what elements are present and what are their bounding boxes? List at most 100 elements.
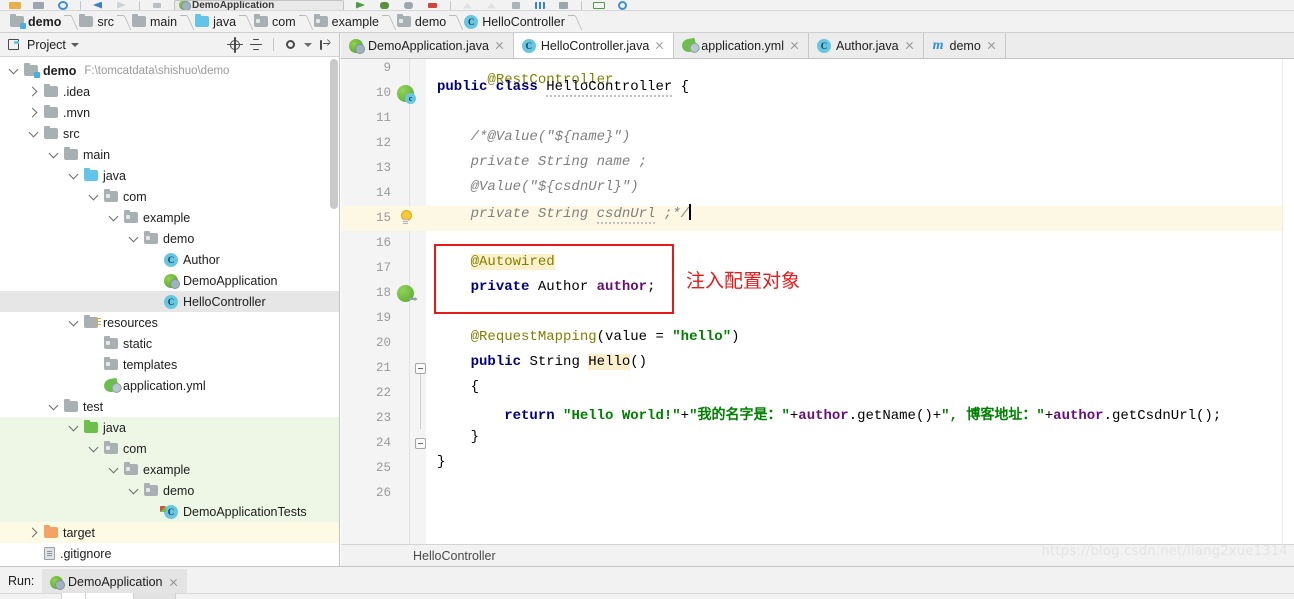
spring-autowired-gutter-icon[interactable] <box>397 285 414 302</box>
terminal-icon[interactable] <box>592 0 606 10</box>
structure-icon[interactable] <box>533 0 547 10</box>
chevron-down-icon[interactable] <box>8 65 19 76</box>
editor-tab-demo[interactable]: m demo <box>924 33 1006 58</box>
tree-node-demo[interactable]: demo F:\tomcatdata\shishuo\demo <box>0 60 339 81</box>
chevron-right-icon[interactable] <box>28 86 39 97</box>
project-tree[interactable]: demo F:\tomcatdata\shishuo\demo .idea .mvn s… <box>0 57 339 566</box>
gear-chevron-icon[interactable] <box>304 42 312 47</box>
tree-node--gitignore[interactable]: .gitignore <box>0 543 339 564</box>
breadcrumb-item-com[interactable]: com <box>250 11 301 33</box>
tree-node--mvn[interactable]: .mvn <box>0 102 339 123</box>
chevron-down-icon[interactable] <box>70 42 79 47</box>
save-all-icon[interactable] <box>32 0 46 10</box>
sync-icon[interactable] <box>56 0 70 10</box>
breadcrumb-item-example[interactable]: example <box>310 11 384 33</box>
tree-node--idea[interactable]: .idea <box>0 81 339 102</box>
breadcrumb-item-demo[interactable]: demo <box>6 11 66 33</box>
tree-node-demoapplicationtests[interactable]: C DemoApplicationTests <box>0 501 339 522</box>
code-editor[interactable]: 91011121314151617181920212223242526 @Res… <box>341 59 1294 566</box>
tree-node-com[interactable]: com <box>0 438 339 459</box>
run-strip-seg[interactable] <box>62 593 86 599</box>
chevron-down-icon[interactable] <box>68 422 79 433</box>
breadcrumb-item-demo-pkg[interactable]: demo <box>393 11 451 33</box>
close-icon[interactable] <box>494 40 505 51</box>
stop-icon[interactable] <box>426 0 440 10</box>
chevron-down-icon[interactable] <box>48 401 59 412</box>
tree-node-java[interactable]: java <box>0 165 339 186</box>
chevron-down-icon[interactable] <box>128 485 139 496</box>
tree-node-demo[interactable]: demo <box>0 480 339 501</box>
tree-node-main[interactable]: main <box>0 144 339 165</box>
back-icon[interactable] <box>91 0 105 10</box>
chevron-right-icon[interactable] <box>28 107 39 118</box>
collapse-all-icon[interactable] <box>248 37 264 53</box>
chevron-down-icon[interactable] <box>28 128 39 139</box>
tree-node-test[interactable]: test <box>0 396 339 417</box>
editor-tab-label: DemoApplication.java <box>368 38 489 53</box>
tree-node-example[interactable]: example <box>0 459 339 480</box>
project-tree-scrollbar[interactable] <box>330 59 338 209</box>
tree-node-demoapplication[interactable]: DemoApplication <box>0 270 339 291</box>
hide-panel-icon[interactable] <box>317 37 333 53</box>
tree-node-author[interactable]: C Author <box>0 249 339 270</box>
code-fold-toggle[interactable] <box>415 363 426 374</box>
close-icon[interactable] <box>654 40 665 51</box>
code-line-21: public String Hello() <box>470 354 648 370</box>
tree-node-static[interactable]: static <box>0 333 339 354</box>
tree-node-java[interactable]: java <box>0 417 339 438</box>
tree-node-example[interactable]: example <box>0 207 339 228</box>
editor-tab-application-yml[interactable]: application.yml <box>674 33 809 58</box>
tree-node-application-yml[interactable]: application.yml <box>0 375 339 396</box>
chevron-down-icon[interactable] <box>128 233 139 244</box>
intention-bulb-icon[interactable] <box>399 210 412 225</box>
editor-marker-gutter[interactable] <box>1282 59 1294 566</box>
profile-icon[interactable] <box>461 0 475 10</box>
chevron-down-icon[interactable] <box>108 464 119 475</box>
run-icon[interactable] <box>354 0 368 10</box>
commit-icon[interactable] <box>557 0 571 10</box>
run-strip-seg[interactable] <box>134 593 176 599</box>
close-icon[interactable] <box>986 40 997 51</box>
open-folder-icon[interactable] <box>8 0 22 10</box>
search-icon[interactable] <box>616 0 630 10</box>
tree-node-target[interactable]: target <box>0 522 339 543</box>
breadcrumb-item-hellocontroller[interactable]: C HelloController <box>460 11 570 33</box>
tree-node-demo[interactable]: demo <box>0 228 339 249</box>
breadcrumb-item-src[interactable]: src <box>75 11 119 33</box>
gear-icon[interactable] <box>283 37 299 53</box>
breadcrumb-item-java[interactable]: java <box>191 11 241 33</box>
close-icon[interactable] <box>168 577 179 588</box>
tree-node-resources[interactable]: resources <box>0 312 339 333</box>
chevron-right-icon[interactable] <box>28 527 39 538</box>
forward-icon[interactable] <box>115 0 129 10</box>
close-icon[interactable] <box>904 40 915 51</box>
locate-icon[interactable] <box>227 36 243 53</box>
chevron-down-icon[interactable] <box>108 212 119 223</box>
tree-node-hellocontroller[interactable]: C HelloController <box>0 291 339 312</box>
breadcrumb-item-main[interactable]: main <box>128 11 182 33</box>
close-icon[interactable] <box>789 40 800 51</box>
chevron-down-icon[interactable] <box>48 149 59 160</box>
chevron-down-icon[interactable] <box>68 170 79 181</box>
tree-node-templates[interactable]: templates <box>0 354 339 375</box>
build-icon[interactable] <box>150 0 164 10</box>
coverage-icon[interactable] <box>402 0 416 10</box>
code-line-25: } <box>437 454 446 470</box>
tree-node-src[interactable]: src <box>0 123 339 144</box>
tree-node-com[interactable]: com <box>0 186 339 207</box>
editor-tab-demoapplication-java[interactable]: DemoApplication.java <box>341 33 514 58</box>
update-icon[interactable] <box>509 0 523 10</box>
run-configuration-selector[interactable]: DemoApplication <box>174 0 344 10</box>
chevron-down-icon[interactable] <box>88 191 99 202</box>
analyze-icon[interactable] <box>485 0 499 10</box>
code-fold-toggle[interactable] <box>415 438 426 449</box>
chevron-down-icon[interactable] <box>68 317 79 328</box>
editor-tab-author-java[interactable]: C Author.java <box>809 33 924 58</box>
run-tab-demoapplication[interactable]: DemoApplication <box>42 569 187 595</box>
spring-bean-gutter-icon[interactable] <box>397 85 416 104</box>
run-strip-seg[interactable] <box>86 593 134 599</box>
editor-tab-hellocontroller-java[interactable]: C HelloController.java <box>513 33 675 58</box>
run-strip-seg[interactable] <box>0 593 62 599</box>
chevron-down-icon[interactable] <box>88 443 99 454</box>
debug-icon[interactable] <box>378 0 392 10</box>
